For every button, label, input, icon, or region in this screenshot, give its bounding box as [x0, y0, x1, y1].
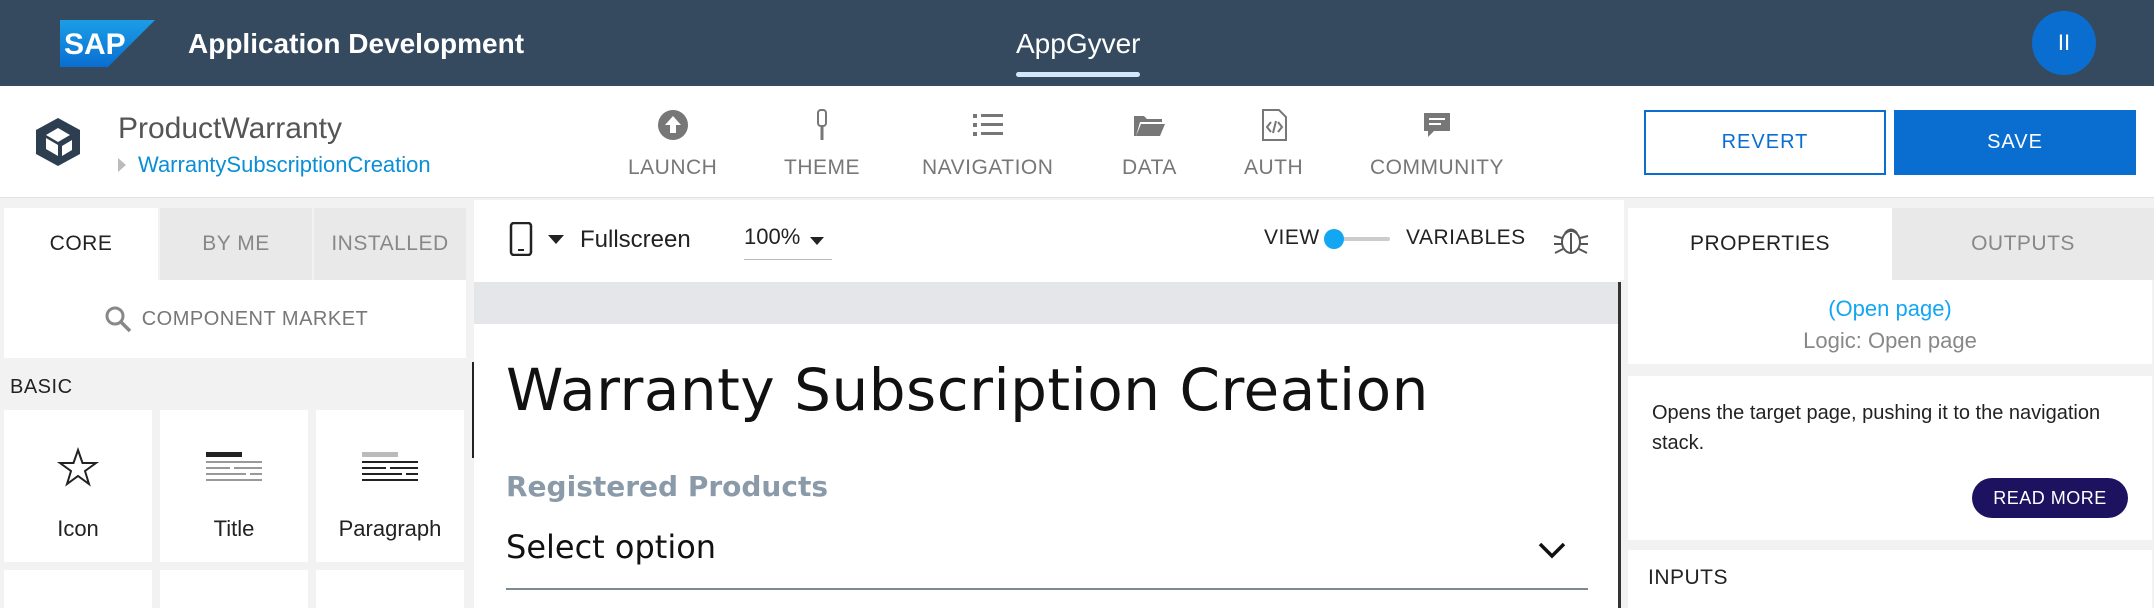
chat-bubble-icon: [1424, 113, 1450, 137]
canvas-border: [1618, 282, 1621, 608]
nav-theme[interactable]: THEME: [784, 108, 860, 180]
chevron-down-icon: [1538, 542, 1566, 559]
nav-label: THEME: [784, 156, 860, 179]
nav-label: COMMUNITY: [1370, 156, 1504, 179]
component-panel: CORE BY ME INSTALLED COMPONENT MARKET BA…: [0, 200, 472, 608]
page-heading[interactable]: Warranty Subscription Creation: [506, 356, 1429, 424]
nav-label: DATA: [1122, 156, 1177, 179]
component-label: Paragraph: [338, 516, 442, 541]
device-preset[interactable]: Fullscreen: [580, 226, 691, 254]
sap-logo: SAP: [60, 20, 155, 67]
code-file-icon: [1261, 109, 1287, 141]
tab-appgyver[interactable]: AppGyver: [1016, 28, 1141, 60]
nav-label: LAUNCH: [628, 156, 718, 179]
section-heading: BASIC: [10, 376, 73, 398]
component-title[interactable]: Title: [160, 410, 308, 562]
list-icon: [972, 114, 1003, 136]
tab-properties[interactable]: PROPERTIES: [1628, 208, 1892, 280]
zoom-select[interactable]: 100%: [744, 224, 832, 260]
zoom-value: 100%: [744, 224, 801, 249]
nav-data[interactable]: DATA: [1122, 108, 1177, 180]
component-label: Icon: [57, 516, 99, 541]
properties-panel: PROPERTIES OUTPUTS (Open page) Logic: Op…: [1626, 200, 2154, 608]
read-more-button[interactable]: READ MORE: [1972, 478, 2128, 518]
save-button[interactable]: SAVE: [1894, 110, 2136, 175]
app-title: Application Development: [188, 28, 525, 59]
shell-bar: SAP Application Development AppGyver II: [0, 0, 2154, 86]
product-dropdown[interactable]: Select option: [506, 524, 1588, 590]
phone-icon[interactable]: [508, 222, 534, 256]
nav-community[interactable]: COMMUNITY: [1370, 108, 1504, 180]
component-tile[interactable]: [160, 570, 308, 608]
component-paragraph[interactable]: Paragraph: [316, 410, 464, 562]
component-tile[interactable]: [4, 570, 152, 608]
chevron-down-icon: [810, 237, 824, 245]
nav-label: AUTH: [1244, 156, 1304, 179]
field-label[interactable]: Registered Products: [506, 470, 828, 503]
tab-outputs[interactable]: OUTPUTS: [1892, 208, 2154, 280]
upload-circle-icon: [657, 110, 688, 140]
paragraph-lines-icon: [362, 452, 418, 481]
device-status-bar: [474, 282, 1620, 324]
toggle-knob[interactable]: [1324, 229, 1344, 249]
folder-icon: [1134, 116, 1166, 136]
market-label: COMPONENT MARKET: [141, 307, 369, 330]
selection-indicator: [472, 362, 474, 458]
search-icon: [105, 306, 131, 333]
caret-right-icon: [118, 158, 126, 172]
function-description: Opens the target page, pushing it to the…: [1652, 402, 2101, 454]
component-market-button[interactable]: COMPONENT MARKET: [4, 280, 466, 358]
chevron-down-icon[interactable]: [548, 235, 564, 244]
inputs-heading: INPUTS: [1648, 566, 1729, 589]
nav-launch[interactable]: LAUNCH: [628, 108, 717, 180]
active-tab-indicator: [1016, 72, 1140, 77]
variables-mode-label: VARIABLES: [1406, 226, 1526, 249]
appgyver-logo: [36, 118, 80, 166]
revert-button[interactable]: REVERT: [1644, 110, 1886, 175]
nav-label: NAVIGATION: [922, 156, 1054, 179]
logic-summary: (Open page) Logic: Open page: [1628, 280, 2152, 364]
tab-installed[interactable]: INSTALLED: [314, 208, 466, 280]
component-tile[interactable]: [316, 570, 464, 608]
user-avatar[interactable]: II: [2032, 11, 2096, 75]
star-icon: [56, 446, 100, 487]
brush-icon: [817, 109, 827, 140]
title-lines-icon: [206, 452, 262, 481]
project-bar: ProductWarranty WarrantySubscriptionCrea…: [0, 86, 2154, 198]
breadcrumb[interactable]: WarrantySubscriptionCreation: [118, 152, 431, 178]
current-page-name[interactable]: WarrantySubscriptionCreation: [138, 152, 431, 178]
nav-navigation[interactable]: NAVIGATION: [922, 108, 1053, 180]
project-name: ProductWarranty: [118, 112, 342, 145]
inputs-section: INPUTS: [1628, 550, 2152, 608]
logic-description: Logic: Open page: [1803, 328, 1977, 353]
component-label: Title: [213, 516, 255, 541]
component-icon[interactable]: Icon: [4, 410, 152, 562]
tab-by-me[interactable]: BY ME: [160, 208, 312, 280]
tab-core[interactable]: CORE: [4, 208, 158, 280]
flow-function-info: Opens the target page, pushing it to the…: [1628, 376, 2152, 540]
open-page-link[interactable]: (Open page): [1628, 296, 2152, 322]
debug-bug-icon[interactable]: [1552, 220, 1590, 258]
svg-text:SAP: SAP: [64, 28, 126, 61]
view-mode-label: VIEW: [1264, 226, 1320, 249]
nav-auth[interactable]: AUTH: [1244, 108, 1303, 180]
dropdown-placeholder: Select option: [506, 528, 717, 566]
